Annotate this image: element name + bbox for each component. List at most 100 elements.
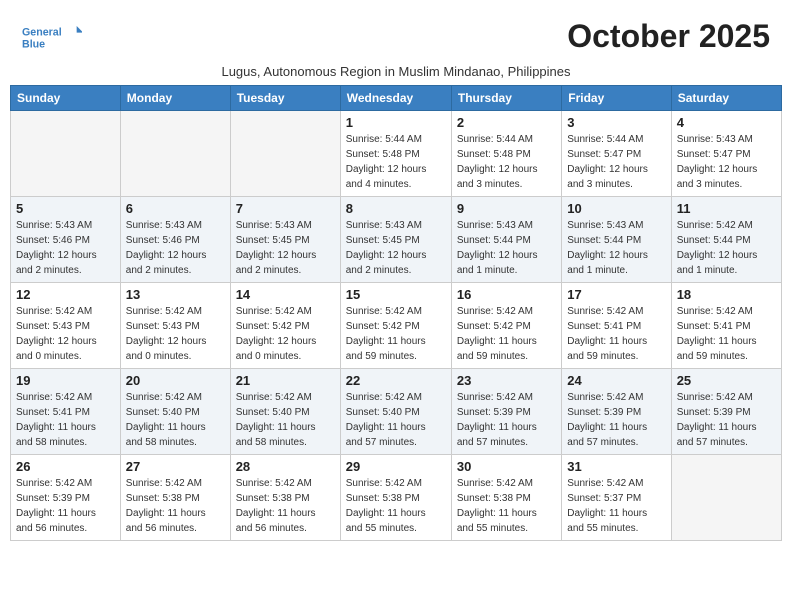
day-info: Sunrise: 5:42 AM Sunset: 5:39 PM Dayligh… — [567, 390, 665, 450]
day-number: 3 — [567, 115, 665, 130]
calendar-cell: 10 Sunrise: 5:43 AM Sunset: 5:44 PM Dayli… — [562, 197, 671, 283]
day-number: 15 — [346, 287, 446, 302]
day-info: Sunrise: 5:43 AM Sunset: 5:44 PM Dayligh… — [567, 218, 665, 278]
day-number: 9 — [457, 201, 556, 216]
calendar-cell: 31Sunrise: 5:42 AM Sunset: 5:37 PM Dayli… — [562, 455, 671, 541]
calendar-cell: 20Sunrise: 5:42 AM Sunset: 5:40 PM Dayli… — [120, 369, 230, 455]
calendar-cell: 14 Sunrise: 5:42 AM Sunset: 5:42 PM Dayli… — [230, 283, 340, 369]
weekday-header-friday: Friday — [562, 86, 671, 111]
logo-svg: General Blue — [22, 18, 82, 58]
day-info: Sunrise: 5:43 AM Sunset: 5:46 PM Dayligh… — [16, 218, 115, 278]
calendar-cell: 3 Sunrise: 5:44 AM Sunset: 5:47 PM Daylig… — [562, 111, 671, 197]
calendar-cell: 27 Sunrise: 5:42 AM Sunset: 5:38 PM Dayli… — [120, 455, 230, 541]
calendar-cell: 16 Sunrise: 5:42 AM Sunset: 5:42 PM Dayli… — [451, 283, 561, 369]
day-info: Sunrise: 5:44 AM Sunset: 5:47 PM Dayligh… — [567, 132, 665, 192]
logo: General Blue — [22, 18, 82, 58]
calendar-cell: 26 Sunrise: 5:42 AM Sunset: 5:39 PM Dayli… — [11, 455, 121, 541]
day-number: 19 — [16, 373, 115, 388]
day-info: Sunrise: 5:42 AM Sunset: 5:38 PM Dayligh… — [346, 476, 446, 536]
calendar-cell: 5 Sunrise: 5:43 AM Sunset: 5:46 PM Daylig… — [11, 197, 121, 283]
day-info: Sunrise: 5:44 AM Sunset: 5:48 PM Dayligh… — [457, 132, 556, 192]
calendar-cell: 17 Sunrise: 5:42 AM Sunset: 5:41 PM Dayli… — [562, 283, 671, 369]
calendar-cell: 11 Sunrise: 5:42 AM Sunset: 5:44 PM Dayli… — [671, 197, 781, 283]
calendar-cell: 25 Sunrise: 5:42 AM Sunset: 5:39 PM Dayli… — [671, 369, 781, 455]
day-number: 16 — [457, 287, 556, 302]
day-number: 26 — [16, 459, 115, 474]
day-info: Sunrise: 5:43 AM Sunset: 5:47 PM Dayligh… — [677, 132, 776, 192]
header: General Blue October 2025 — [10, 10, 782, 62]
day-number: 22 — [346, 373, 446, 388]
subtitle: Lugus, Autonomous Region in Muslim Minda… — [10, 64, 782, 79]
day-info: Sunrise: 5:42 AM Sunset: 5:41 PM Dayligh… — [567, 304, 665, 364]
day-number: 7 — [236, 201, 335, 216]
calendar-header-row: SundayMondayTuesdayWednesdayThursdayFrid… — [11, 86, 782, 111]
day-number: 17 — [567, 287, 665, 302]
day-number: 24 — [567, 373, 665, 388]
calendar-cell: 9Sunrise: 5:43 AM Sunset: 5:44 PM Daylig… — [451, 197, 561, 283]
weekday-header-monday: Monday — [120, 86, 230, 111]
calendar-cell: 13 Sunrise: 5:42 AM Sunset: 5:43 PM Dayli… — [120, 283, 230, 369]
day-number: 10 — [567, 201, 665, 216]
weekday-header-wednesday: Wednesday — [340, 86, 451, 111]
calendar-cell: 30 Sunrise: 5:42 AM Sunset: 5:38 PM Dayli… — [451, 455, 561, 541]
calendar-week-row: 26 Sunrise: 5:42 AM Sunset: 5:39 PM Dayli… — [11, 455, 782, 541]
day-number: 4 — [677, 115, 776, 130]
day-number: 11 — [677, 201, 776, 216]
day-info: Sunrise: 5:42 AM Sunset: 5:40 PM Dayligh… — [126, 390, 225, 450]
calendar-week-row: 12 Sunrise: 5:42 AM Sunset: 5:43 PM Dayli… — [11, 283, 782, 369]
calendar-cell: 1 Sunrise: 5:44 AM Sunset: 5:48 PM Daylig… — [340, 111, 451, 197]
day-number: 6 — [126, 201, 225, 216]
day-number: 23 — [457, 373, 556, 388]
month-title: October 2025 — [567, 18, 770, 55]
day-number: 28 — [236, 459, 335, 474]
svg-text:Blue: Blue — [22, 38, 45, 50]
day-info: Sunrise: 5:42 AM Sunset: 5:38 PM Dayligh… — [126, 476, 225, 536]
day-info: Sunrise: 5:42 AM Sunset: 5:39 PM Dayligh… — [457, 390, 556, 450]
day-number: 31 — [567, 459, 665, 474]
day-info: Sunrise: 5:42 AM Sunset: 5:42 PM Dayligh… — [346, 304, 446, 364]
calendar-cell — [230, 111, 340, 197]
calendar-cell: 8Sunrise: 5:43 AM Sunset: 5:45 PM Daylig… — [340, 197, 451, 283]
calendar-cell: 28 Sunrise: 5:42 AM Sunset: 5:38 PM Dayli… — [230, 455, 340, 541]
calendar-week-row: 1 Sunrise: 5:44 AM Sunset: 5:48 PM Daylig… — [11, 111, 782, 197]
day-info: Sunrise: 5:42 AM Sunset: 5:38 PM Dayligh… — [457, 476, 556, 536]
day-info: Sunrise: 5:44 AM Sunset: 5:48 PM Dayligh… — [346, 132, 446, 192]
calendar-cell: 7 Sunrise: 5:43 AM Sunset: 5:45 PM Daylig… — [230, 197, 340, 283]
calendar-table: SundayMondayTuesdayWednesdayThursdayFrid… — [10, 85, 782, 541]
day-number: 18 — [677, 287, 776, 302]
day-number: 30 — [457, 459, 556, 474]
day-info: Sunrise: 5:42 AM Sunset: 5:42 PM Dayligh… — [236, 304, 335, 364]
day-info: Sunrise: 5:42 AM Sunset: 5:41 PM Dayligh… — [16, 390, 115, 450]
day-info: Sunrise: 5:42 AM Sunset: 5:39 PM Dayligh… — [677, 390, 776, 450]
calendar-cell: 22 Sunrise: 5:42 AM Sunset: 5:40 PM Dayli… — [340, 369, 451, 455]
day-info: Sunrise: 5:43 AM Sunset: 5:45 PM Dayligh… — [236, 218, 335, 278]
day-number: 27 — [126, 459, 225, 474]
day-info: Sunrise: 5:42 AM Sunset: 5:40 PM Dayligh… — [346, 390, 446, 450]
svg-text:General: General — [22, 26, 62, 38]
calendar-cell: 29 Sunrise: 5:42 AM Sunset: 5:38 PM Dayli… — [340, 455, 451, 541]
weekday-header-tuesday: Tuesday — [230, 86, 340, 111]
day-info: Sunrise: 5:42 AM Sunset: 5:39 PM Dayligh… — [16, 476, 115, 536]
weekday-header-thursday: Thursday — [451, 86, 561, 111]
day-info: Sunrise: 5:42 AM Sunset: 5:42 PM Dayligh… — [457, 304, 556, 364]
day-number: 29 — [346, 459, 446, 474]
day-number: 25 — [677, 373, 776, 388]
calendar-cell: 18Sunrise: 5:42 AM Sunset: 5:41 PM Dayli… — [671, 283, 781, 369]
calendar-cell: 15 Sunrise: 5:42 AM Sunset: 5:42 PM Dayli… — [340, 283, 451, 369]
day-number: 2 — [457, 115, 556, 130]
day-number: 13 — [126, 287, 225, 302]
day-number: 12 — [16, 287, 115, 302]
day-info: Sunrise: 5:43 AM Sunset: 5:46 PM Dayligh… — [126, 218, 225, 278]
day-info: Sunrise: 5:42 AM Sunset: 5:44 PM Dayligh… — [677, 218, 776, 278]
calendar-week-row: 5 Sunrise: 5:43 AM Sunset: 5:46 PM Daylig… — [11, 197, 782, 283]
day-number: 8 — [346, 201, 446, 216]
calendar-cell — [11, 111, 121, 197]
day-info: Sunrise: 5:42 AM Sunset: 5:43 PM Dayligh… — [126, 304, 225, 364]
day-number: 1 — [346, 115, 446, 130]
day-info: Sunrise: 5:42 AM Sunset: 5:38 PM Dayligh… — [236, 476, 335, 536]
day-info: Sunrise: 5:42 AM Sunset: 5:43 PM Dayligh… — [16, 304, 115, 364]
day-number: 14 — [236, 287, 335, 302]
calendar-cell — [120, 111, 230, 197]
day-number: 5 — [16, 201, 115, 216]
day-number: 21 — [236, 373, 335, 388]
